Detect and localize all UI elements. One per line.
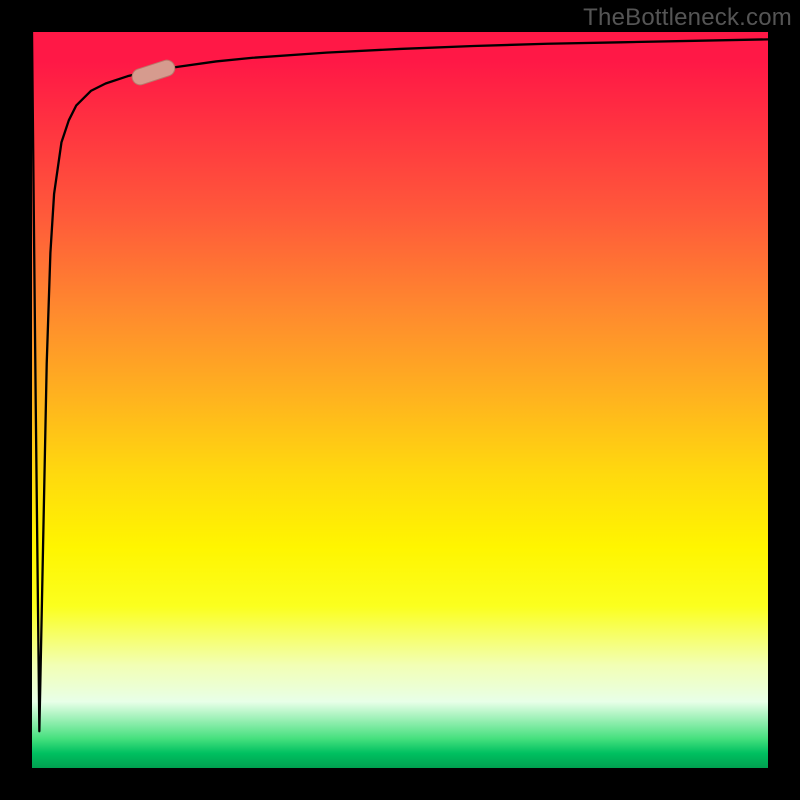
- curve-marker: [130, 58, 177, 87]
- curve-layer: [32, 32, 768, 768]
- watermark-text: TheBottleneck.com: [583, 4, 792, 32]
- plot-area: [32, 32, 768, 768]
- bottleneck-curve: [32, 32, 768, 731]
- chart-frame: TheBottleneck.com: [0, 0, 800, 800]
